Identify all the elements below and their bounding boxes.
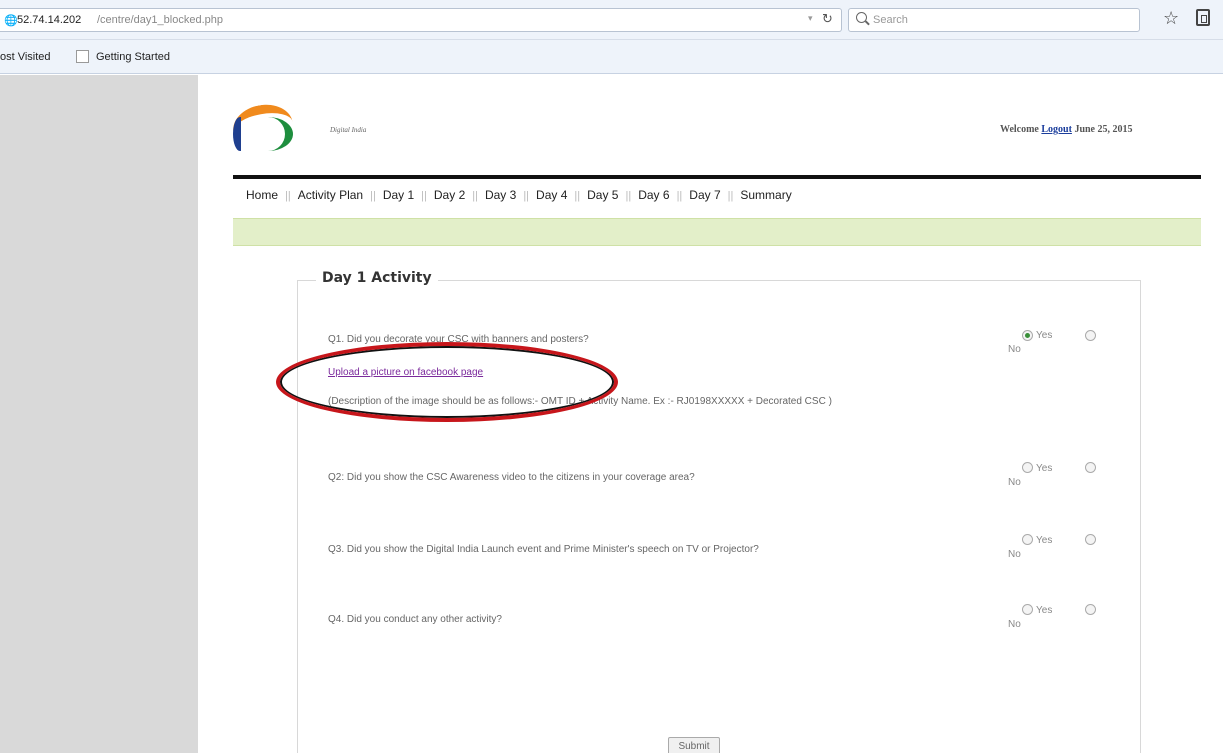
url-path: /centre/day1_blocked.php (97, 14, 223, 26)
nav-separator: || (370, 190, 376, 202)
bookmark-most-visited[interactable]: ost Visited (0, 51, 51, 63)
search-placeholder: Search (873, 14, 908, 26)
nav-separator: || (574, 190, 581, 202)
q1-no-radio[interactable] (1085, 330, 1096, 341)
nav-day-7[interactable]: Day 7 (689, 188, 720, 202)
welcome-text: Welcome (1000, 124, 1039, 135)
url-bar[interactable]: 🌐 52.74.14.202 /centre/day1_blocked.php … (0, 8, 842, 32)
q1-yes-label: Yes (1036, 330, 1053, 341)
q4-no-label: No (1008, 619, 1021, 630)
nav-separator: || (676, 190, 683, 202)
bookmark-getting-started[interactable]: Getting Started (96, 51, 170, 63)
nav-separator: || (625, 190, 632, 202)
q4-no-radio[interactable] (1085, 604, 1096, 615)
q2-yes-label: Yes (1036, 463, 1053, 474)
fieldset-legend: Day 1 Activity (316, 270, 438, 286)
url-host: 52.74.14.202 (17, 14, 82, 26)
question-3-text: Q3. Did you show the Digital India Launc… (328, 544, 759, 555)
annotation-highlight-ellipse (276, 342, 618, 422)
q2-no-label: No (1008, 477, 1021, 488)
logout-link[interactable]: Logout (1041, 124, 1072, 135)
digital-india-logo-icon (229, 100, 333, 155)
q3-no-radio[interactable] (1085, 534, 1096, 545)
nav-home[interactable]: Home (246, 188, 278, 202)
site-identity-icon[interactable]: 🌐 (4, 14, 18, 27)
question-2-text: Q2: Did you show the CSC Awareness video… (328, 472, 695, 483)
nav-day-3[interactable]: Day 3 (485, 188, 516, 202)
bookmark-star-icon[interactable]: ☆ (1163, 8, 1179, 29)
nav-day-1[interactable]: Day 1 (383, 188, 414, 202)
submit-button[interactable]: Submit (668, 737, 720, 753)
q3-yes-radio[interactable] (1022, 534, 1033, 545)
bookmarks-toolbar: ost Visited Getting Started (0, 40, 1223, 74)
q4-yes-radio[interactable] (1022, 604, 1033, 615)
nav-summary[interactable]: Summary (740, 188, 791, 202)
search-input[interactable]: Search (848, 8, 1140, 32)
nav-day-6[interactable]: Day 6 (638, 188, 669, 202)
nav-separator: || (472, 190, 478, 202)
nav-activity-plan[interactable]: Activity Plan (298, 188, 363, 202)
page-icon (76, 50, 89, 63)
welcome-bar: Welcome Logout June 25, 2015 (1000, 124, 1133, 135)
nav-day-4[interactable]: Day 4 (536, 188, 567, 202)
nav-separator: || (727, 190, 734, 202)
nav-separator: || (421, 190, 427, 202)
nav-separator: || (523, 190, 530, 202)
question-4-text: Q4. Did you conduct any other activity? (328, 614, 502, 625)
q3-yes-label: Yes (1036, 535, 1053, 546)
browser-toolbar: 🌐 52.74.14.202 /centre/day1_blocked.php … (0, 0, 1223, 40)
search-icon (856, 12, 867, 23)
main-nav: Home || Activity Plan || Day 1 || Day 2 || Day 3… (246, 188, 792, 202)
reading-list-icon[interactable] (1196, 9, 1210, 26)
current-date: June 25, 2015 (1074, 124, 1133, 135)
reload-icon[interactable]: ↻ (822, 12, 833, 27)
header-divider (233, 175, 1201, 179)
q4-yes-label: Yes (1036, 605, 1053, 616)
nav-day-2[interactable]: Day 2 (434, 188, 465, 202)
logo-text: Digital India (330, 126, 367, 134)
q2-yes-radio[interactable] (1022, 462, 1033, 473)
url-dropdown-icon[interactable]: ▾ (808, 14, 813, 24)
q1-no-label: No (1008, 344, 1021, 355)
q2-no-radio[interactable] (1085, 462, 1096, 473)
message-band (233, 218, 1201, 246)
q3-no-label: No (1008, 549, 1021, 560)
left-gray-pane (0, 75, 198, 753)
nav-separator: || (285, 190, 291, 202)
q1-yes-radio[interactable] (1022, 330, 1033, 341)
nav-day-5[interactable]: Day 5 (587, 188, 618, 202)
